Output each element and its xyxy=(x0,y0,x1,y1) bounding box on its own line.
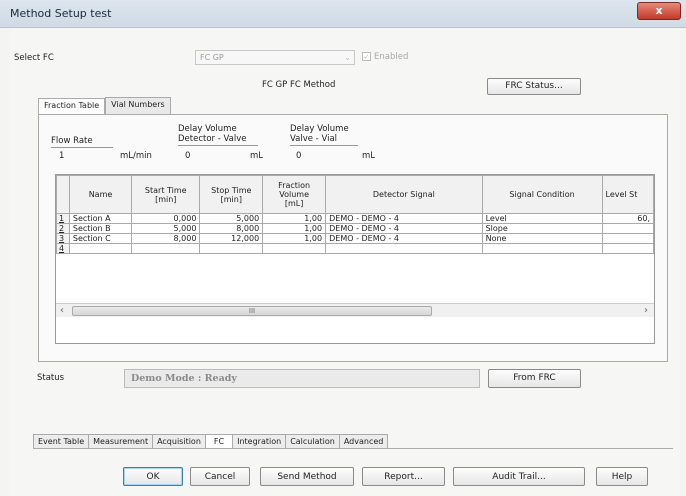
cell-name[interactable]: Section C xyxy=(68,233,133,244)
close-button[interactable]: x xyxy=(637,2,681,20)
tab-fc[interactable]: FC xyxy=(204,434,234,449)
tab-acquisition[interactable]: Acquisition xyxy=(152,434,206,449)
delay-valve-label: Delay Volume xyxy=(290,124,349,134)
cell-name[interactable] xyxy=(68,243,133,254)
tab-integration[interactable]: Integration xyxy=(232,434,287,449)
table-row[interactable]: 1 Section A 0,000 5,000 1,00 DEMO - DEMO… xyxy=(56,213,654,224)
table-row[interactable]: 2 Section B 5,000 8,000 1,00 DEMO - DEMO… xyxy=(56,223,654,234)
cell-stop-time[interactable] xyxy=(199,243,264,254)
report-button[interactable]: Report... xyxy=(362,467,445,486)
checkbox-icon: ✓ xyxy=(362,52,371,61)
enabled-checkbox[interactable]: ✓ Enabled xyxy=(362,52,408,62)
cell-level-start[interactable]: 60, xyxy=(601,213,654,224)
tab-event-table[interactable]: Event Table xyxy=(33,434,90,449)
tab-calculation[interactable]: Calculation xyxy=(285,434,340,449)
cell-name[interactable]: Section B xyxy=(68,223,133,234)
cell-fraction-volume[interactable]: 1,00 xyxy=(262,223,327,234)
cell-detector-signal[interactable]: DEMO - DEMO - 4 xyxy=(325,213,483,224)
table-row[interactable]: 4 xyxy=(56,243,654,254)
col-header-row-number xyxy=(56,175,70,214)
delay-valve-sublabel: Valve - Vial xyxy=(290,134,358,146)
col-header-fraction-volume: Fraction Volume [mL] xyxy=(262,175,327,214)
help-button[interactable]: Help xyxy=(596,467,648,486)
table-row[interactable]: 3 Section C 8,000 12,000 1,00 DEMO - DEM… xyxy=(56,233,654,244)
select-fc-label: Select FC xyxy=(14,53,54,63)
horizontal-scrollbar[interactable]: ‹ III › xyxy=(56,303,654,317)
scroll-right-icon[interactable]: › xyxy=(644,305,648,316)
cell-detector-signal[interactable]: DEMO - DEMO - 4 xyxy=(325,233,483,244)
send-method-button[interactable]: Send Method xyxy=(260,467,354,486)
table-header-row: Name Start Time [min] Stop Time [min] Fr… xyxy=(56,175,654,214)
tab-measurement[interactable]: Measurement xyxy=(88,434,154,449)
delay-valve-unit: mL xyxy=(362,151,376,161)
cell-start-time[interactable] xyxy=(131,243,201,254)
flow-rate-unit: mL/min xyxy=(120,151,152,161)
col-header-name: Name xyxy=(68,175,133,214)
tab-vial-numbers[interactable]: Vial Numbers xyxy=(105,97,171,114)
scrollbar-thumb[interactable]: III xyxy=(72,306,432,316)
status-label: Status xyxy=(37,373,65,383)
cell-name[interactable]: Section A xyxy=(68,213,133,224)
delay-detector-label: Delay Volume xyxy=(178,124,237,134)
col-header-stop-time: Stop Time [min] xyxy=(199,175,264,214)
cell-level-start[interactable] xyxy=(601,223,654,234)
row-number[interactable]: 1 xyxy=(56,213,70,224)
row-number[interactable]: 4 xyxy=(56,243,70,254)
cell-stop-time[interactable]: 12,000 xyxy=(199,233,264,244)
tab-fraction-table[interactable]: Fraction Table xyxy=(38,98,106,115)
cell-start-time[interactable]: 0,000 xyxy=(131,213,201,224)
cell-fraction-volume[interactable]: 1,00 xyxy=(262,233,327,244)
cell-detector-signal[interactable]: DEMO - DEMO - 4 xyxy=(325,223,483,234)
bottom-tab-divider xyxy=(33,448,673,449)
cell-stop-time[interactable]: 8,000 xyxy=(199,223,264,234)
cell-signal-condition[interactable]: Slope xyxy=(481,223,603,234)
cell-fraction-volume[interactable]: 1,00 xyxy=(262,213,327,224)
col-header-level-start: Level St xyxy=(601,175,654,214)
inner-tab-strip: Fraction Table Vial Numbers xyxy=(38,97,171,115)
cell-level-start[interactable] xyxy=(601,233,654,244)
select-fc-dropdown[interactable]: FC GP ⌄ xyxy=(195,50,355,65)
col-header-start-time: Start Time [min] xyxy=(131,175,201,214)
fraction-table: Name Start Time [min] Stop Time [min] Fr… xyxy=(55,174,655,344)
cell-start-time[interactable]: 5,000 xyxy=(131,223,201,234)
cell-level-start[interactable] xyxy=(601,243,654,254)
cell-signal-condition[interactable] xyxy=(481,243,603,254)
select-fc-value: FC GP xyxy=(200,53,224,62)
cell-detector-signal[interactable] xyxy=(325,243,483,254)
col-header-signal-condition: Signal Condition xyxy=(481,175,603,214)
col-header-detector-signal: Detector Signal xyxy=(325,175,483,214)
audit-trail-button[interactable]: Audit Trail... xyxy=(453,467,585,486)
scroll-left-icon[interactable]: ‹ xyxy=(60,305,64,316)
bottom-tab-strip: Event Table Measurement Acquisition FC I… xyxy=(33,434,389,449)
delay-valve-value[interactable]: 0 xyxy=(296,151,301,161)
cell-signal-condition[interactable]: None xyxy=(481,233,603,244)
frc-status-button[interactable]: FRC Status... xyxy=(487,78,581,95)
enabled-label: Enabled xyxy=(374,52,409,62)
cancel-button[interactable]: Cancel xyxy=(190,467,250,486)
row-number[interactable]: 2 xyxy=(56,223,70,234)
status-field: Demo Mode : Ready xyxy=(124,369,480,388)
flow-rate-value[interactable]: 1 xyxy=(59,151,64,161)
delay-detector-sublabel: Detector - Valve xyxy=(178,134,258,146)
cell-fraction-volume[interactable] xyxy=(262,243,327,254)
ok-button[interactable]: OK xyxy=(123,467,183,486)
delay-detector-unit: mL xyxy=(250,151,264,161)
cell-signal-condition[interactable]: Level xyxy=(481,213,603,224)
cell-start-time[interactable]: 8,000 xyxy=(131,233,201,244)
cell-stop-time[interactable]: 5,000 xyxy=(199,213,264,224)
row-number[interactable]: 3 xyxy=(56,233,70,244)
window-title: Method Setup test xyxy=(10,7,112,20)
flow-rate-label: Flow Rate xyxy=(51,136,113,148)
tab-advanced[interactable]: Advanced xyxy=(338,434,389,449)
chevron-down-icon: ⌄ xyxy=(344,53,351,62)
from-frc-button[interactable]: From FRC xyxy=(488,369,581,388)
delay-detector-value[interactable]: 0 xyxy=(185,151,190,161)
method-label: FC GP FC Method xyxy=(262,80,336,90)
